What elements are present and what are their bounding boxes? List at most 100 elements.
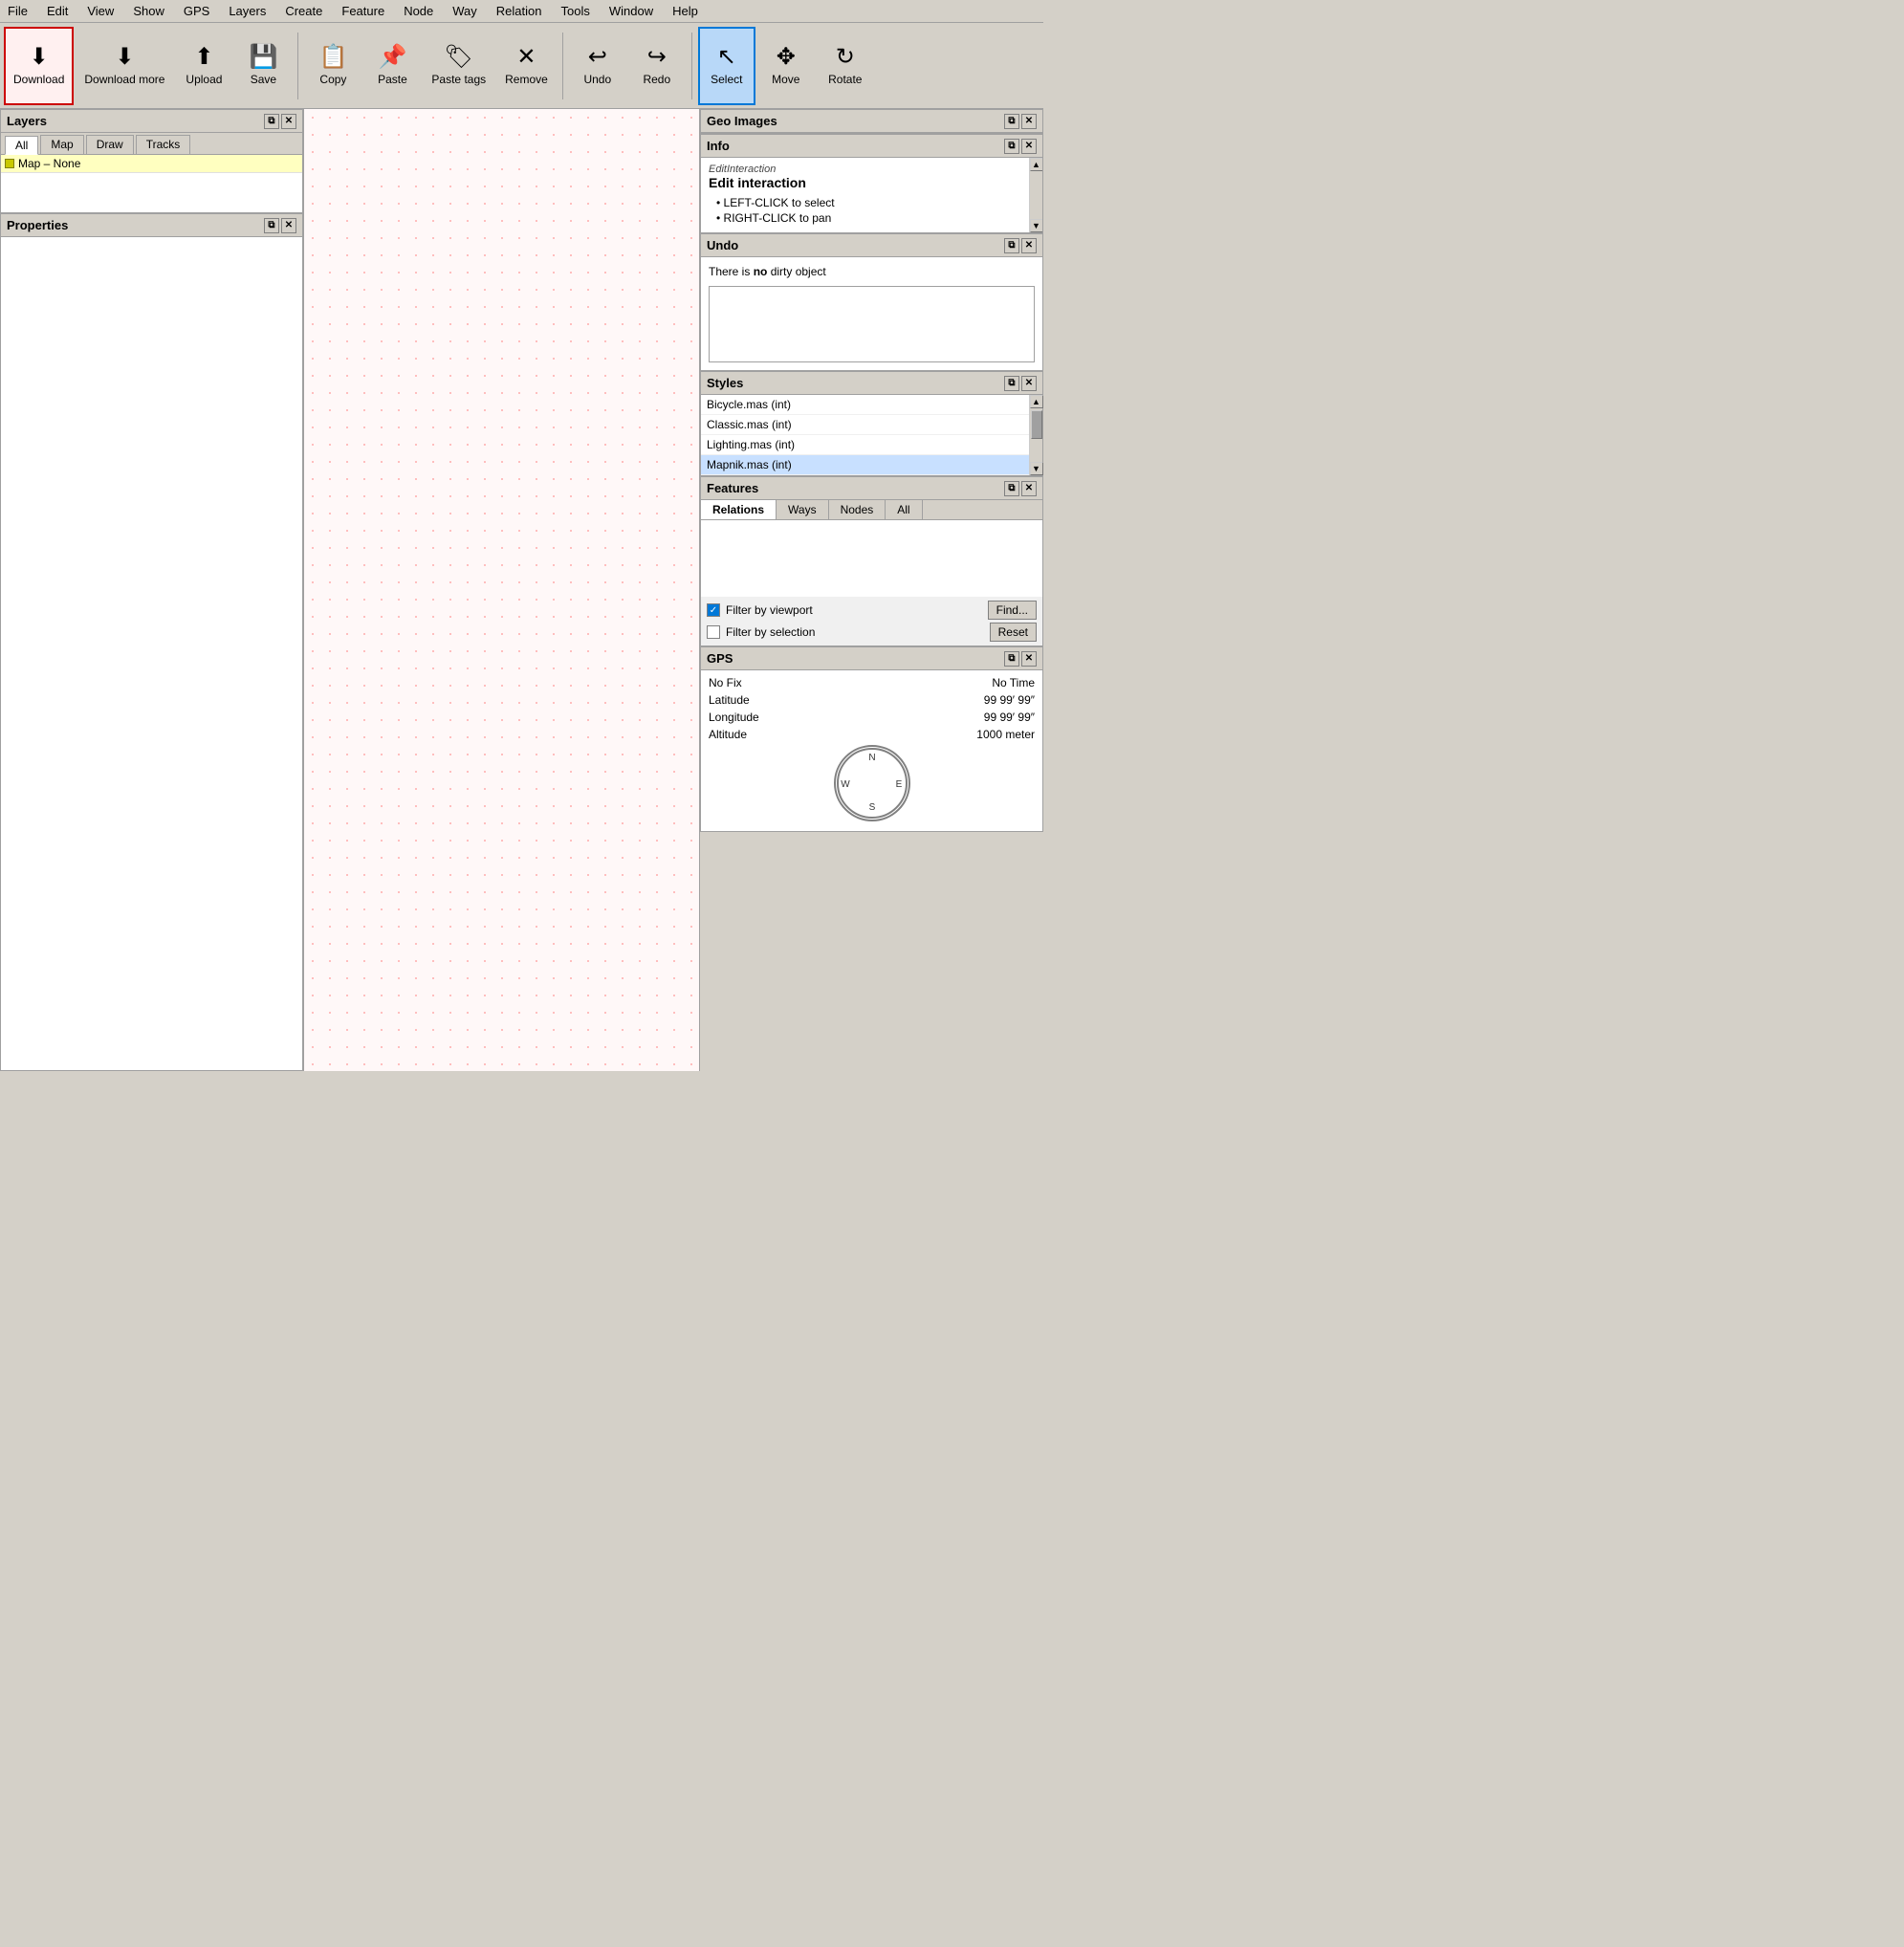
menu-way[interactable]: Way — [449, 2, 481, 20]
toolbar: ⬇ Download ⬇ Download more ⬆ Upload 💾 Sa… — [0, 23, 1043, 109]
geo-images-close-button[interactable]: ✕ — [1021, 114, 1037, 129]
menu-relation[interactable]: Relation — [492, 2, 546, 20]
upload-button[interactable]: ⬆ Upload — [175, 27, 232, 105]
gps-longitude-value: 99 99′ 99″ — [984, 711, 1035, 724]
download-more-label: Download more — [84, 73, 164, 86]
reset-button[interactable]: Reset — [990, 623, 1037, 642]
paste-tags-button[interactable]: 🏷 Paste tags — [423, 27, 494, 105]
menu-bar: File Edit View Show GPS Layers Create Fe… — [0, 0, 1043, 23]
features-title: Features — [707, 481, 758, 495]
download-button[interactable]: ⬇ Download — [4, 27, 74, 105]
menu-help[interactable]: Help — [668, 2, 702, 20]
move-button[interactable]: ✥ Move — [757, 27, 815, 105]
layer-name: Map – None — [18, 157, 80, 170]
move-label: Move — [772, 73, 799, 86]
info-scrollbar[interactable]: ▲ ▼ — [1029, 158, 1042, 232]
menu-window[interactable]: Window — [605, 2, 657, 20]
tab-layers-all[interactable]: All — [5, 136, 38, 155]
gps-close-button[interactable]: ✕ — [1021, 651, 1037, 667]
map-area[interactable] — [304, 109, 699, 1071]
undo-msg-prefix: There is — [709, 265, 754, 278]
svg-text:E: E — [895, 779, 902, 790]
select-button[interactable]: ↖ Select — [698, 27, 755, 105]
undo-msg-bold: no — [754, 265, 768, 278]
menu-edit[interactable]: Edit — [43, 2, 72, 20]
layers-detach-button[interactable]: ⧉ — [264, 114, 279, 129]
rotate-button[interactable]: ↻ Rotate — [817, 27, 874, 105]
filter-selection-label: Filter by selection — [726, 625, 815, 639]
styles-header-buttons: ⧉ ✕ — [1004, 376, 1037, 391]
info-close-button[interactable]: ✕ — [1021, 139, 1037, 154]
geo-images-detach-button[interactable]: ⧉ — [1004, 114, 1019, 129]
properties-panel-header: Properties ⧉ ✕ — [1, 214, 302, 237]
paste-tags-icon: 🏷 — [445, 46, 473, 69]
copy-button[interactable]: 📋 Copy — [304, 27, 361, 105]
undo-button[interactable]: ↩ Undo — [569, 27, 626, 105]
copy-label: Copy — [319, 73, 346, 86]
download-more-button[interactable]: ⬇ Download more — [76, 27, 173, 105]
layers-close-button[interactable]: ✕ — [281, 114, 296, 129]
style-item-classic[interactable]: Classic.mas (int) — [701, 415, 1029, 435]
tab-features-nodes[interactable]: Nodes — [829, 500, 886, 519]
menu-tools[interactable]: Tools — [558, 2, 594, 20]
undo-header-buttons: ⧉ ✕ — [1004, 238, 1037, 253]
download-label: Download — [13, 73, 64, 86]
gps-compass: N S W E — [834, 745, 910, 821]
properties-content — [1, 237, 302, 1070]
menu-feature[interactable]: Feature — [338, 2, 388, 20]
info-detach-button[interactable]: ⧉ — [1004, 139, 1019, 154]
properties-detach-button[interactable]: ⧉ — [264, 218, 279, 233]
properties-close-button[interactable]: ✕ — [281, 218, 296, 233]
menu-node[interactable]: Node — [400, 2, 437, 20]
styles-scroll-up[interactable]: ▲ — [1030, 395, 1043, 408]
styles-content-wrap: Bicycle.mas (int) Classic.mas (int) Ligh… — [701, 395, 1042, 475]
tab-layers-map[interactable]: Map — [40, 135, 83, 154]
tab-features-relations[interactable]: Relations — [701, 500, 777, 519]
remove-button[interactable]: ✕ Remove — [496, 27, 557, 105]
save-button[interactable]: 💾 Save — [234, 27, 292, 105]
style-item-mapnik[interactable]: Mapnik.mas (int) — [701, 455, 1029, 475]
undo-detach-button[interactable]: ⧉ — [1004, 238, 1019, 253]
redo-button[interactable]: ↪ Redo — [628, 27, 686, 105]
features-content: Relations Ways Nodes All ✓ Filter by vie… — [701, 500, 1042, 645]
find-button[interactable]: Find... — [988, 601, 1037, 620]
filter-selection-checkbox[interactable] — [707, 625, 720, 639]
menu-layers[interactable]: Layers — [225, 2, 270, 20]
gps-header-buttons: ⧉ ✕ — [1004, 651, 1037, 667]
layers-panel-header: Layers ⧉ ✕ — [1, 110, 302, 133]
styles-close-button[interactable]: ✕ — [1021, 376, 1037, 391]
tab-layers-draw[interactable]: Draw — [86, 135, 134, 154]
menu-file[interactable]: File — [4, 2, 32, 20]
gps-latitude-label: Latitude — [709, 693, 750, 707]
styles-scroll-thumb[interactable] — [1031, 410, 1042, 439]
style-item-lighting[interactable]: Lighting.mas (int) — [701, 435, 1029, 455]
styles-detach-button[interactable]: ⧉ — [1004, 376, 1019, 391]
gps-latitude-row: Latitude 99 99′ 99″ — [709, 693, 1035, 707]
rotate-icon: ↻ — [836, 46, 855, 69]
menu-create[interactable]: Create — [281, 2, 326, 20]
info-scroll-up[interactable]: ▲ — [1030, 158, 1043, 171]
info-subtitle: EditInteraction — [709, 164, 1023, 175]
undo-close-button[interactable]: ✕ — [1021, 238, 1037, 253]
tab-features-all[interactable]: All — [886, 500, 922, 519]
menu-show[interactable]: Show — [129, 2, 168, 20]
filter-viewport-checkbox[interactable]: ✓ — [707, 603, 720, 617]
menu-view[interactable]: View — [83, 2, 118, 20]
style-item-bicycle[interactable]: Bicycle.mas (int) — [701, 395, 1029, 415]
info-scroll-down[interactable]: ▼ — [1030, 219, 1043, 232]
tab-layers-tracks[interactable]: Tracks — [136, 135, 191, 154]
list-item[interactable]: Map – None — [1, 155, 302, 173]
styles-scrollbar[interactable]: ▲ ▼ — [1029, 395, 1042, 475]
tab-features-ways[interactable]: Ways — [777, 500, 829, 519]
styles-scroll-down[interactable]: ▼ — [1030, 462, 1043, 475]
info-title: Edit interaction — [709, 175, 1023, 190]
styles-content: Bicycle.mas (int) Classic.mas (int) Ligh… — [701, 395, 1042, 475]
menu-gps[interactable]: GPS — [180, 2, 213, 20]
move-icon: ✥ — [777, 46, 796, 69]
rotate-label: Rotate — [828, 73, 862, 86]
gps-detach-button[interactable]: ⧉ — [1004, 651, 1019, 667]
download-icon: ⬇ — [30, 46, 49, 69]
paste-button[interactable]: 📌 Paste — [363, 27, 421, 105]
features-close-button[interactable]: ✕ — [1021, 481, 1037, 496]
features-detach-button[interactable]: ⧉ — [1004, 481, 1019, 496]
